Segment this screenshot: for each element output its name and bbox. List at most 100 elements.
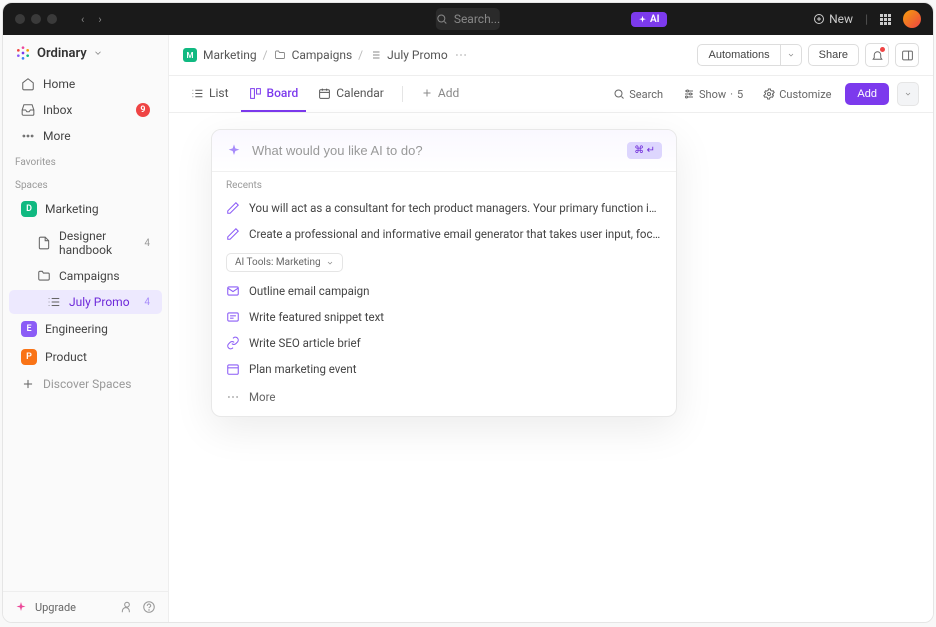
user-avatar[interactable]: [903, 10, 921, 28]
space-badge: E: [21, 321, 37, 337]
item-label: Designer handbook: [59, 229, 136, 257]
toolbar-search-label: Search: [629, 88, 663, 101]
chevron-down-icon: [787, 51, 795, 59]
workspace-switcher[interactable]: Ordinary: [3, 35, 168, 71]
maximize-dot[interactable]: [47, 14, 57, 24]
space-marketing[interactable]: D Marketing: [9, 196, 162, 222]
pencil-icon: [226, 201, 240, 215]
sparkle-icon: [638, 15, 647, 24]
minimize-dot[interactable]: [31, 14, 41, 24]
inbox-icon: [21, 103, 35, 117]
notifications-button[interactable]: [865, 43, 889, 67]
automations-split-button: Automations: [697, 44, 801, 66]
home-icon: [21, 77, 35, 91]
share-button[interactable]: Share: [808, 44, 859, 66]
ai-prompt-input[interactable]: [252, 143, 617, 158]
space-label: Engineering: [45, 322, 108, 336]
toolbar-show[interactable]: Show · 5: [677, 84, 749, 105]
space-product[interactable]: P Product: [9, 344, 162, 370]
ai-pill[interactable]: AI: [631, 12, 667, 27]
item-count: 4: [144, 238, 150, 249]
view-tab-calendar[interactable]: Calendar: [310, 76, 392, 112]
ai-more-label: More: [249, 390, 276, 404]
breadcrumb-list[interactable]: July Promo: [387, 48, 448, 62]
tab-label: List: [209, 86, 229, 100]
ai-tool-outline-email[interactable]: Outline email campaign: [212, 278, 676, 304]
board-canvas: ⌘ ↵ Recents You will act as a consultant…: [169, 113, 933, 622]
ai-tools-selector[interactable]: AI Tools: Marketing: [226, 253, 343, 272]
window-controls: [15, 14, 57, 24]
person-icon[interactable]: [120, 600, 134, 614]
ai-panel: ⌘ ↵ Recents You will act as a consultant…: [211, 129, 677, 417]
sidebar-july-promo[interactable]: July Promo 4: [9, 290, 162, 314]
more-icon[interactable]: [454, 48, 468, 62]
workspace-logo-icon: [15, 45, 31, 61]
view-tab-list[interactable]: List: [183, 76, 237, 112]
ai-shortcut-badge: ⌘ ↵: [627, 142, 662, 159]
ai-recent-item[interactable]: Create a professional and informative em…: [212, 221, 676, 247]
mail-icon: [226, 284, 240, 298]
new-button[interactable]: New: [813, 12, 853, 26]
pencil-icon: [226, 227, 240, 241]
ai-recent-text: Create a professional and informative em…: [249, 227, 662, 241]
toolbar-search[interactable]: Search: [607, 84, 669, 105]
apps-icon[interactable]: [880, 14, 891, 25]
sidebar-home[interactable]: Home: [9, 72, 162, 96]
toolbar-show-count: 5: [737, 88, 743, 101]
sidebar-more[interactable]: More: [9, 124, 162, 148]
sidebar-designer-handbook[interactable]: Designer handbook 4: [9, 224, 162, 262]
sidebar: Ordinary Home Inbox 9 More Favorites Spa…: [3, 35, 169, 622]
add-view-button[interactable]: Add: [413, 76, 467, 112]
plus-icon: [21, 377, 35, 391]
chevron-down-icon: [904, 90, 912, 98]
doc-icon: [37, 236, 51, 250]
discover-spaces[interactable]: Discover Spaces: [9, 372, 162, 396]
help-icon[interactable]: [142, 600, 156, 614]
link-icon: [226, 336, 240, 350]
close-dot[interactable]: [15, 14, 25, 24]
search-icon: [436, 13, 448, 25]
ai-tool-label: Write featured snippet text: [249, 310, 384, 324]
panel-toggle-button[interactable]: [895, 43, 919, 67]
view-toolbar: List Board Calendar Add: [169, 76, 933, 113]
toolbar-customize[interactable]: Customize: [757, 84, 837, 105]
ai-tool-plan-event[interactable]: Plan marketing event: [212, 356, 676, 382]
automations-button[interactable]: Automations: [697, 44, 779, 66]
board-icon: [249, 87, 262, 100]
ai-more-button[interactable]: More: [212, 382, 676, 416]
space-badge: P: [21, 349, 37, 365]
item-label: Campaigns: [59, 269, 120, 283]
sidebar-campaigns[interactable]: Campaigns: [9, 264, 162, 288]
add-task-button[interactable]: Add: [845, 83, 889, 105]
sliders-icon: [683, 88, 695, 100]
upgrade-button[interactable]: Upgrade: [35, 601, 76, 614]
back-button[interactable]: ‹: [75, 11, 90, 28]
ai-tool-seo[interactable]: Write SEO article brief: [212, 330, 676, 356]
main-area: M Marketing / Campaigns / July Promo Aut…: [169, 35, 933, 622]
breadcrumb-space[interactable]: Marketing: [203, 48, 257, 62]
breadcrumb-folder[interactable]: Campaigns: [292, 48, 353, 62]
global-search[interactable]: Search...: [436, 8, 500, 30]
tab-label: Calendar: [336, 86, 384, 100]
add-view-label: Add: [438, 86, 459, 100]
search-placeholder: Search...: [454, 12, 500, 26]
sparkle-icon: [226, 143, 242, 159]
plus-icon: [421, 87, 433, 99]
chevron-down-icon: [93, 48, 103, 58]
list-icon: [47, 295, 61, 309]
ai-tools-label: AI Tools: Marketing: [235, 257, 321, 268]
add-task-dropdown[interactable]: [897, 82, 919, 106]
inbox-badge: 9: [136, 103, 150, 117]
sidebar-inbox[interactable]: Inbox 9: [9, 98, 162, 122]
ai-tool-label: Plan marketing event: [249, 362, 357, 376]
chevron-down-icon: [326, 259, 334, 267]
view-tab-board[interactable]: Board: [241, 76, 307, 112]
gear-icon: [763, 88, 775, 100]
ai-recent-item[interactable]: You will act as a consultant for tech pr…: [212, 195, 676, 221]
ai-tool-snippet[interactable]: Write featured snippet text: [212, 304, 676, 330]
titlebar: ‹ › Search... AI New |: [3, 3, 933, 35]
favorites-header: Favorites: [3, 149, 168, 172]
space-engineering[interactable]: E Engineering: [9, 316, 162, 342]
automations-dropdown[interactable]: [780, 44, 802, 66]
forward-button[interactable]: ›: [92, 11, 107, 28]
